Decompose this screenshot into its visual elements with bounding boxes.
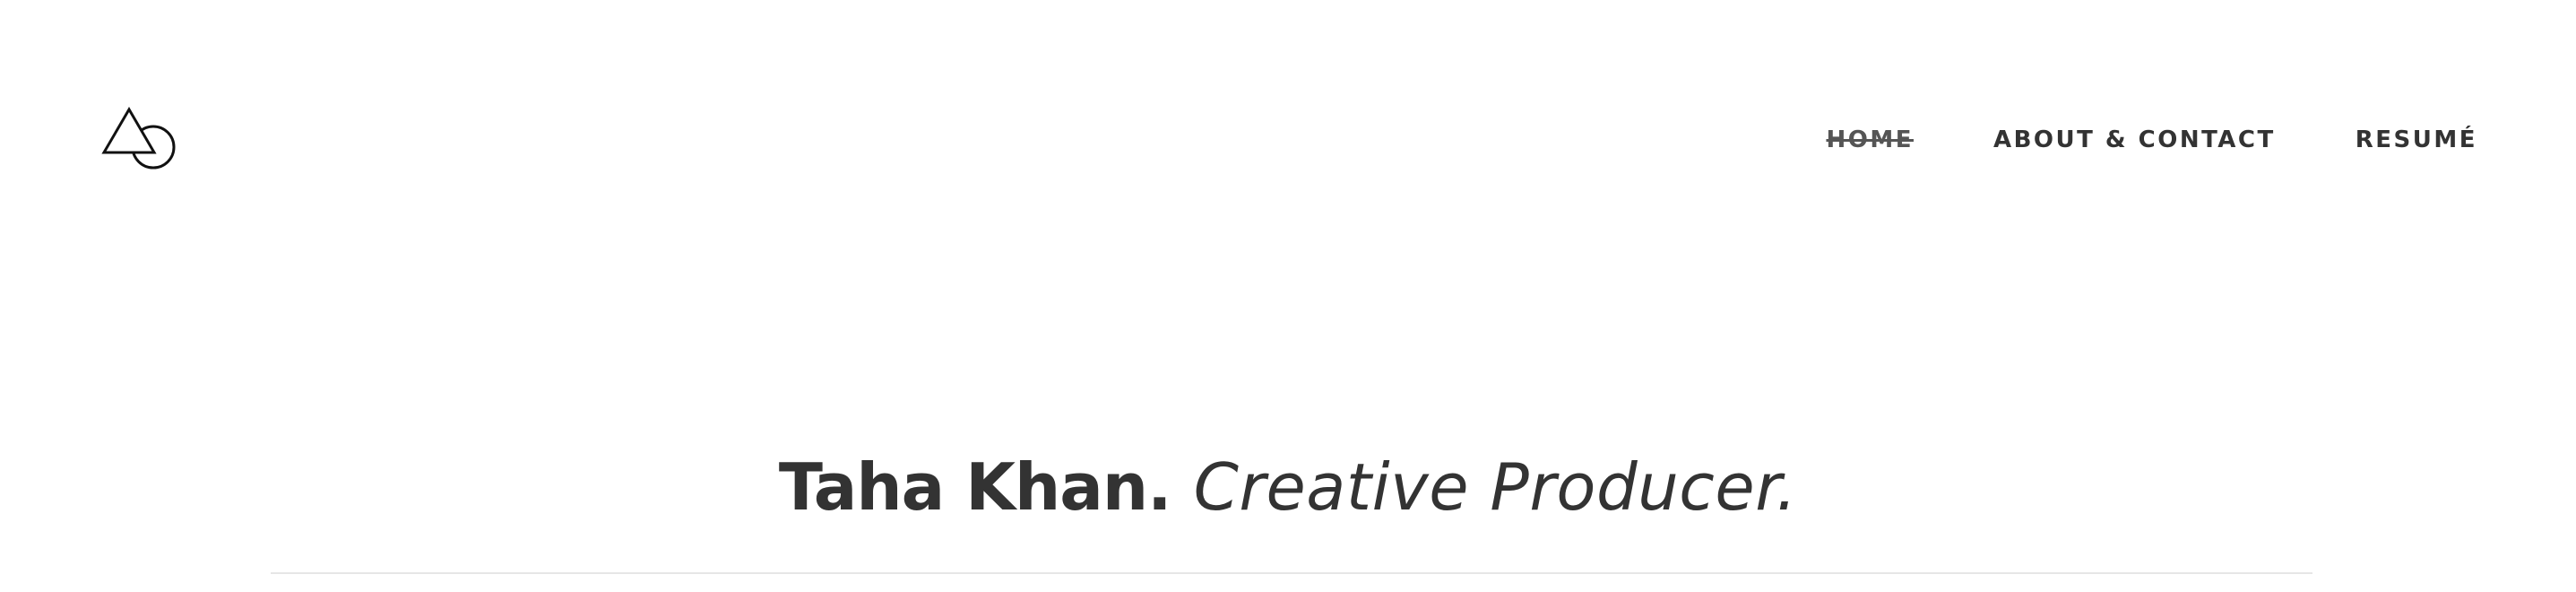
main-nav: HOME ABOUT & CONTACT RESUMÉ (1826, 124, 2477, 156)
site-header: HOME ABOUT & CONTACT RESUMÉ (0, 0, 2576, 287)
site-logo-link[interactable] (100, 104, 181, 176)
nav-item-about-contact[interactable]: ABOUT & CONTACT (1993, 124, 2276, 156)
nav-item-resume[interactable]: RESUMÉ (2356, 124, 2477, 156)
triangle-circle-logo-icon (101, 107, 176, 170)
hero-heading: Taha Khan. Creative Producer. (0, 442, 2576, 532)
hero-role: Creative Producer. (1193, 449, 1798, 526)
hero-name: Taha Khan. (778, 449, 1172, 526)
content-divider (271, 572, 2312, 574)
nav-item-home[interactable]: HOME (1826, 124, 1914, 156)
